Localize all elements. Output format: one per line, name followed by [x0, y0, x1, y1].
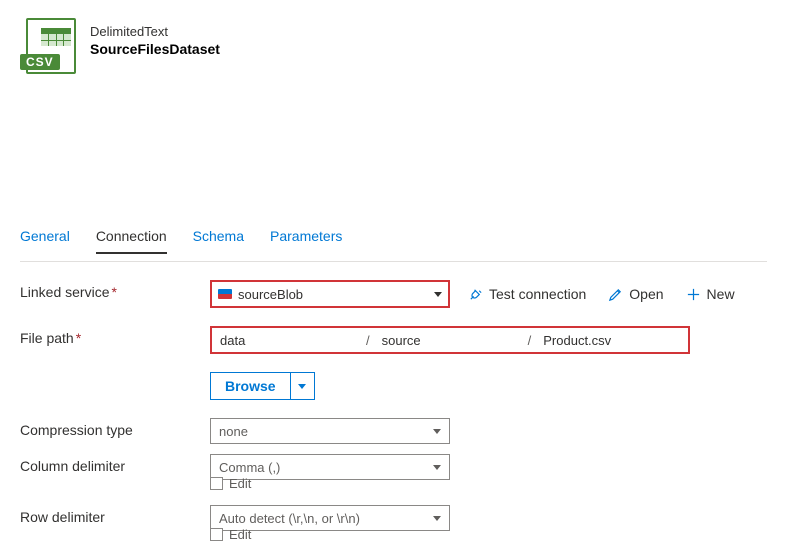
file-path-container-input[interactable] — [212, 328, 362, 352]
tab-general[interactable]: General — [20, 224, 70, 254]
file-path-file-input[interactable] — [535, 328, 727, 352]
row-delimiter-value: Auto detect (\r,\n, or \r\n) — [219, 511, 360, 526]
path-separator: / — [524, 333, 536, 348]
chevron-down-icon — [433, 429, 441, 434]
tab-schema[interactable]: Schema — [193, 224, 244, 254]
column-delimiter-value: Comma (,) — [219, 460, 280, 475]
chevron-down-icon — [433, 516, 441, 521]
row-linked-service: Linked service* sourceBlob Test connecti… — [20, 280, 767, 308]
storage-icon — [218, 289, 232, 299]
compression-dropdown[interactable]: none — [210, 418, 450, 444]
tab-connection[interactable]: Connection — [96, 224, 167, 254]
dataset-name: SourceFilesDataset — [90, 41, 220, 57]
edit-checkbox[interactable] — [210, 477, 223, 490]
row-compression: Compression type none — [20, 418, 767, 444]
edit-label: Edit — [229, 476, 251, 491]
label-file-path: File path* — [20, 326, 210, 346]
browse-group: Browse — [210, 372, 315, 400]
chevron-down-icon — [433, 465, 441, 470]
path-separator: / — [362, 333, 374, 348]
open-button[interactable]: Open — [608, 286, 663, 302]
label-compression: Compression type — [20, 418, 210, 438]
row-file-path: File path* / / Browse — [20, 326, 767, 400]
test-connection-button[interactable]: Test connection — [468, 286, 586, 302]
dataset-header: CSV DelimitedText SourceFilesDataset — [20, 18, 767, 74]
edit-checkbox[interactable] — [210, 528, 223, 541]
label-linked-service: Linked service* — [20, 280, 210, 300]
browse-button[interactable]: Browse — [210, 372, 291, 400]
edit-label: Edit — [229, 527, 251, 542]
dataset-type: DelimitedText — [90, 24, 220, 39]
plus-icon — [686, 287, 701, 302]
csv-icon-label: CSV — [20, 54, 60, 70]
csv-file-icon: CSV — [20, 18, 76, 74]
new-button[interactable]: New — [686, 286, 735, 302]
compression-value: none — [219, 424, 248, 439]
required-marker: * — [112, 284, 117, 300]
linked-service-value: sourceBlob — [238, 287, 303, 302]
linked-service-dropdown[interactable]: sourceBlob — [210, 280, 450, 308]
required-marker: * — [76, 330, 81, 346]
browse-dropdown-button[interactable] — [291, 372, 315, 400]
plug-icon — [468, 287, 483, 302]
label-row-delimiter: Row delimiter — [20, 505, 210, 525]
label-column-delimiter: Column delimiter — [20, 454, 210, 474]
chevron-down-icon — [434, 292, 442, 297]
file-path-directory-input[interactable] — [374, 328, 524, 352]
file-path-group: / / — [210, 326, 690, 354]
tab-parameters[interactable]: Parameters — [270, 224, 342, 254]
tab-divider — [20, 261, 767, 262]
tab-bar: General Connection Schema Parameters — [20, 224, 767, 254]
pencil-icon — [608, 287, 623, 302]
